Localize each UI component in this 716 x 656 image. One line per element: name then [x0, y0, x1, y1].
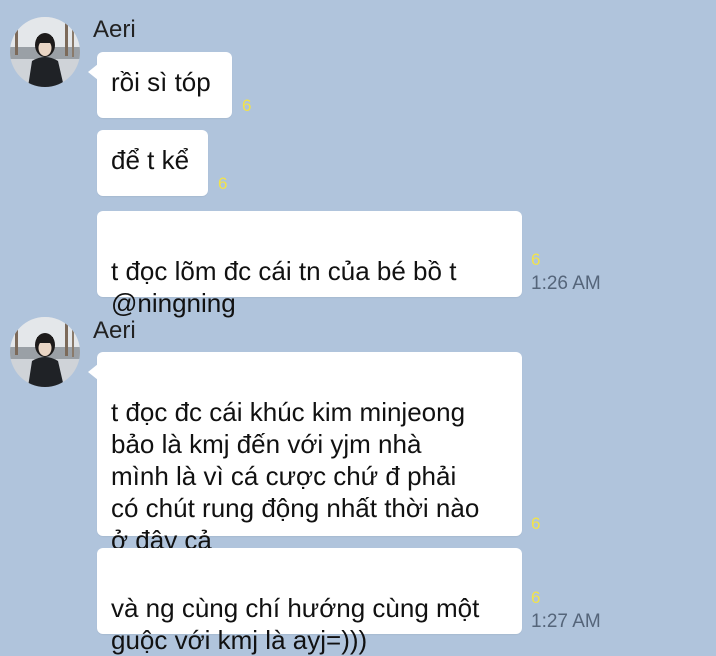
message-bubble[interactable]: t đọc lõm đc cái tn của bé bồ t @ningnin… [97, 211, 522, 318]
message-text: và ng cùng chí hướng cùng một guộc với k… [111, 593, 480, 655]
message-timestamp: 1:26 AM [531, 273, 601, 294]
read-count: 6 [531, 514, 541, 533]
message-bubble[interactable]: để t kể [97, 130, 208, 196]
message-bubble[interactable]: t đọc đc cái khúc kim minjeong bảo là km… [88, 352, 522, 555]
sender-name: Aeri [93, 317, 136, 344]
read-count: 6 [218, 174, 228, 193]
avatar-photo-icon [10, 17, 80, 87]
sender-name: Aeri [93, 16, 136, 43]
sender-avatar[interactable] [10, 317, 80, 387]
read-count: 6 [531, 250, 541, 269]
read-count: 6 [242, 96, 252, 115]
avatar-photo-icon [10, 317, 80, 387]
sender-avatar[interactable] [10, 17, 80, 87]
read-count: 6 [531, 588, 541, 607]
message-text: để t kể [111, 145, 190, 175]
message-text: t đọc lõm đc cái tn của bé bồ t @ningnin… [111, 256, 457, 318]
message-text: rồi sì tóp [111, 67, 211, 97]
message-text: t đọc đc cái khúc kim minjeong bảo là km… [111, 397, 480, 555]
message-bubble[interactable]: và ng cùng chí hướng cùng một guộc với k… [97, 548, 522, 655]
message-timestamp: 1:27 AM [531, 611, 601, 632]
message-bubble[interactable]: rồi sì tóp [88, 52, 232, 118]
